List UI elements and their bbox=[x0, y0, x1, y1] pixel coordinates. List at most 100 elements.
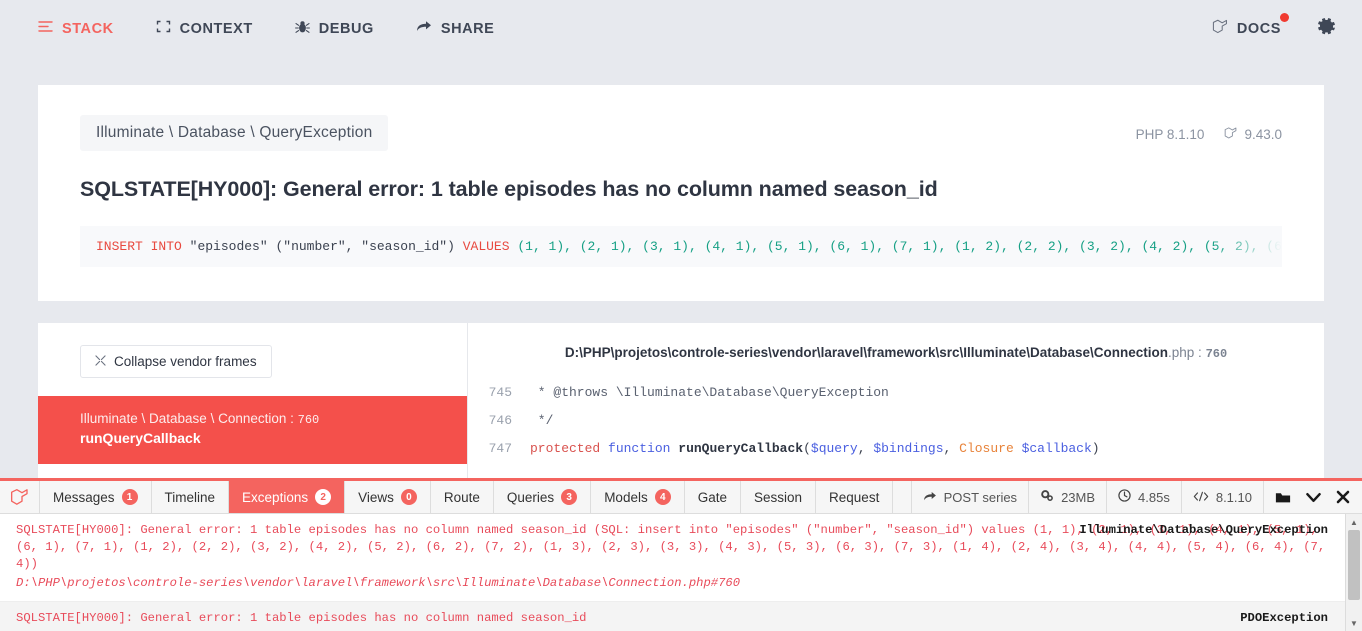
frame-item-selected[interactable]: Illuminate \ Database \ Connection : 760… bbox=[38, 396, 467, 464]
exception-class-badge: Illuminate \ Database \ QueryException bbox=[80, 115, 389, 151]
time-label: 4.85s bbox=[1138, 489, 1170, 505]
nav-item-label: SHARE bbox=[440, 20, 495, 37]
scrollbar-down-arrow[interactable]: ▼ bbox=[1346, 615, 1362, 631]
sql-values: (1, 1), (2, 1), (3, 1), (4, 1), (5, 1), … bbox=[517, 239, 1282, 254]
exception-item-message: SQLSTATE[HY000]: General error: 1 table … bbox=[16, 611, 587, 625]
frame-class-path: Illuminate \ Database \ Connection : 760 bbox=[80, 411, 425, 427]
php-version-label: PHP 8.1.10 bbox=[1135, 127, 1205, 142]
stack-icon bbox=[38, 20, 53, 37]
gear-icon[interactable] bbox=[1317, 17, 1336, 41]
gears-icon bbox=[1040, 489, 1054, 505]
top-navigation-bar: STACK CONTEXT DEBUG SHARE DOCS bbox=[0, 0, 1362, 57]
tab-label: Views bbox=[358, 489, 394, 505]
laravel-debugbar: Messages 1 Timeline Exceptions 2 Views 0… bbox=[0, 478, 1362, 631]
debugbar-tab-models[interactable]: Models 4 bbox=[591, 481, 685, 513]
exception-message-title: SQLSTATE[HY000]: General error: 1 table … bbox=[80, 177, 938, 201]
exception-list-item[interactable]: SQLSTATE[HY000]: General error: 1 table … bbox=[0, 514, 1362, 602]
version-info: PHP 8.1.10 9.43.0 bbox=[1136, 115, 1282, 143]
collapse-button-label: Collapse vendor frames bbox=[114, 354, 257, 369]
debugbar-php-info[interactable]: 8.1.10 bbox=[1180, 481, 1263, 513]
context-icon bbox=[156, 20, 171, 37]
nav-right-group: DOCS bbox=[1212, 13, 1336, 41]
exception-item-type: PDOException bbox=[1240, 611, 1328, 625]
tab-badge: 2 bbox=[315, 489, 332, 505]
code-file-line: 760 bbox=[1205, 347, 1228, 361]
frames-list-panel: Collapse vendor frames Illuminate \ Data… bbox=[38, 323, 468, 483]
debugbar-tab-gate[interactable]: Gate bbox=[685, 481, 741, 513]
tab-label: Exceptions bbox=[242, 489, 309, 505]
debugbar-info-group: POST series 23MB 4.85s 8.1.10 bbox=[910, 481, 1362, 513]
exception-list-item[interactable]: SQLSTATE[HY000]: General error: 1 table … bbox=[0, 602, 1362, 631]
code-file-extension: .php bbox=[1168, 345, 1195, 360]
debugbar-tab-queries[interactable]: Queries 3 bbox=[494, 481, 592, 513]
collapse-vendor-frames-button[interactable]: Collapse vendor frames bbox=[80, 345, 272, 378]
laravel-logo-icon[interactable] bbox=[0, 481, 40, 513]
code-token-arg1: $query bbox=[810, 441, 858, 456]
debugbar-request-info[interactable]: POST series bbox=[910, 481, 1028, 513]
code-viewer-panel: D:\PHP\projetos\controle-series\vendor\l… bbox=[468, 323, 1324, 483]
tab-label: Route bbox=[443, 489, 480, 505]
debugbar-memory-info[interactable]: 23MB bbox=[1028, 481, 1106, 513]
code-line-text: */ bbox=[530, 413, 554, 428]
tab-badge: 1 bbox=[121, 489, 138, 505]
close-icon[interactable] bbox=[1328, 481, 1358, 513]
tab-label: Queries bbox=[506, 489, 555, 505]
code-token-function: function bbox=[608, 441, 671, 456]
nav-item-context[interactable]: CONTEXT bbox=[156, 20, 253, 37]
collapse-icon bbox=[95, 354, 106, 369]
exception-item-file: D:\PHP\projetos\controle-series\vendor\l… bbox=[16, 576, 741, 590]
tab-badge: 3 bbox=[561, 489, 578, 505]
debugbar-scrollbar[interactable]: ▲ ▼ bbox=[1345, 514, 1362, 631]
bug-icon bbox=[294, 20, 310, 38]
laravel-version-label: 9.43.0 bbox=[1244, 127, 1282, 142]
folder-icon[interactable] bbox=[1268, 481, 1298, 513]
nav-item-label: DEBUG bbox=[318, 20, 374, 37]
debugbar-tab-timeline[interactable]: Timeline bbox=[152, 481, 230, 513]
tab-badge: 4 bbox=[654, 489, 671, 505]
sql-keyword-values: VALUES bbox=[462, 239, 510, 254]
code-line: 745 * @throws \Illuminate\Database\Query… bbox=[468, 379, 1324, 407]
debugbar-action-group bbox=[1263, 481, 1362, 513]
debugbar-tab-route[interactable]: Route bbox=[431, 481, 494, 513]
debugbar-tab-views[interactable]: Views 0 bbox=[345, 481, 431, 513]
code-line-number: 746 bbox=[488, 413, 512, 428]
code-icon bbox=[1193, 490, 1209, 505]
debugbar-tab-exceptions[interactable]: Exceptions 2 bbox=[229, 481, 346, 513]
debugbar-tab-messages[interactable]: Messages 1 bbox=[40, 481, 152, 513]
docs-button[interactable]: DOCS bbox=[1212, 13, 1289, 39]
code-token-protected: protected bbox=[530, 441, 601, 456]
debugbar-tab-strip: Messages 1 Timeline Exceptions 2 Views 0… bbox=[0, 481, 1362, 514]
exception-item-type: Illuminate\Database\QueryException bbox=[1079, 523, 1328, 537]
code-line-text: * @throws \Illuminate\Database\QueryExce… bbox=[530, 385, 889, 400]
nav-item-stack[interactable]: STACK bbox=[38, 20, 114, 37]
code-file-path: D:\PHP\projetos\controle-series\vendor\l… bbox=[564, 345, 1169, 360]
nav-item-debug[interactable]: DEBUG bbox=[294, 20, 374, 38]
debugbar-time-info[interactable]: 4.85s bbox=[1106, 481, 1181, 513]
scrollbar-up-arrow[interactable]: ▲ bbox=[1346, 514, 1362, 530]
sql-query-block: INSERT INTO "episodes" ("number", "seaso… bbox=[80, 226, 1282, 267]
code-line: 746 */ bbox=[468, 407, 1324, 435]
tab-badge: 0 bbox=[400, 489, 417, 505]
stack-frames-card: Collapse vendor frames Illuminate \ Data… bbox=[38, 323, 1324, 483]
nav-items: STACK CONTEXT DEBUG SHARE bbox=[38, 20, 494, 38]
debugbar-tab-request[interactable]: Request bbox=[816, 481, 894, 513]
tab-label: Timeline bbox=[164, 489, 216, 505]
code-token-type: Closure bbox=[959, 441, 1014, 456]
exception-card-header: Illuminate \ Database \ QueryException P… bbox=[80, 115, 1282, 151]
frame-path-text: Illuminate \ Database \ Connection : bbox=[80, 411, 294, 426]
code-token-arg3: $callback bbox=[1021, 441, 1092, 456]
nav-item-share[interactable]: SHARE bbox=[416, 20, 495, 37]
code-token-arg2: $bindings bbox=[873, 441, 944, 456]
clock-icon bbox=[1118, 489, 1131, 505]
code-token-fn-name: runQueryCallback bbox=[678, 441, 804, 456]
tab-label: Request bbox=[829, 489, 880, 505]
tab-label: Session bbox=[754, 489, 803, 505]
frame-line-number: 760 bbox=[297, 413, 320, 427]
sql-columns: ("number", "season_id") bbox=[275, 239, 455, 254]
share-icon bbox=[923, 490, 937, 505]
tab-label: Models bbox=[604, 489, 648, 505]
scrollbar-thumb[interactable] bbox=[1348, 530, 1360, 600]
chevron-down-icon[interactable] bbox=[1298, 481, 1328, 513]
debugbar-tab-session[interactable]: Session bbox=[741, 481, 817, 513]
sql-keyword-insert: INSERT INTO bbox=[96, 239, 182, 254]
